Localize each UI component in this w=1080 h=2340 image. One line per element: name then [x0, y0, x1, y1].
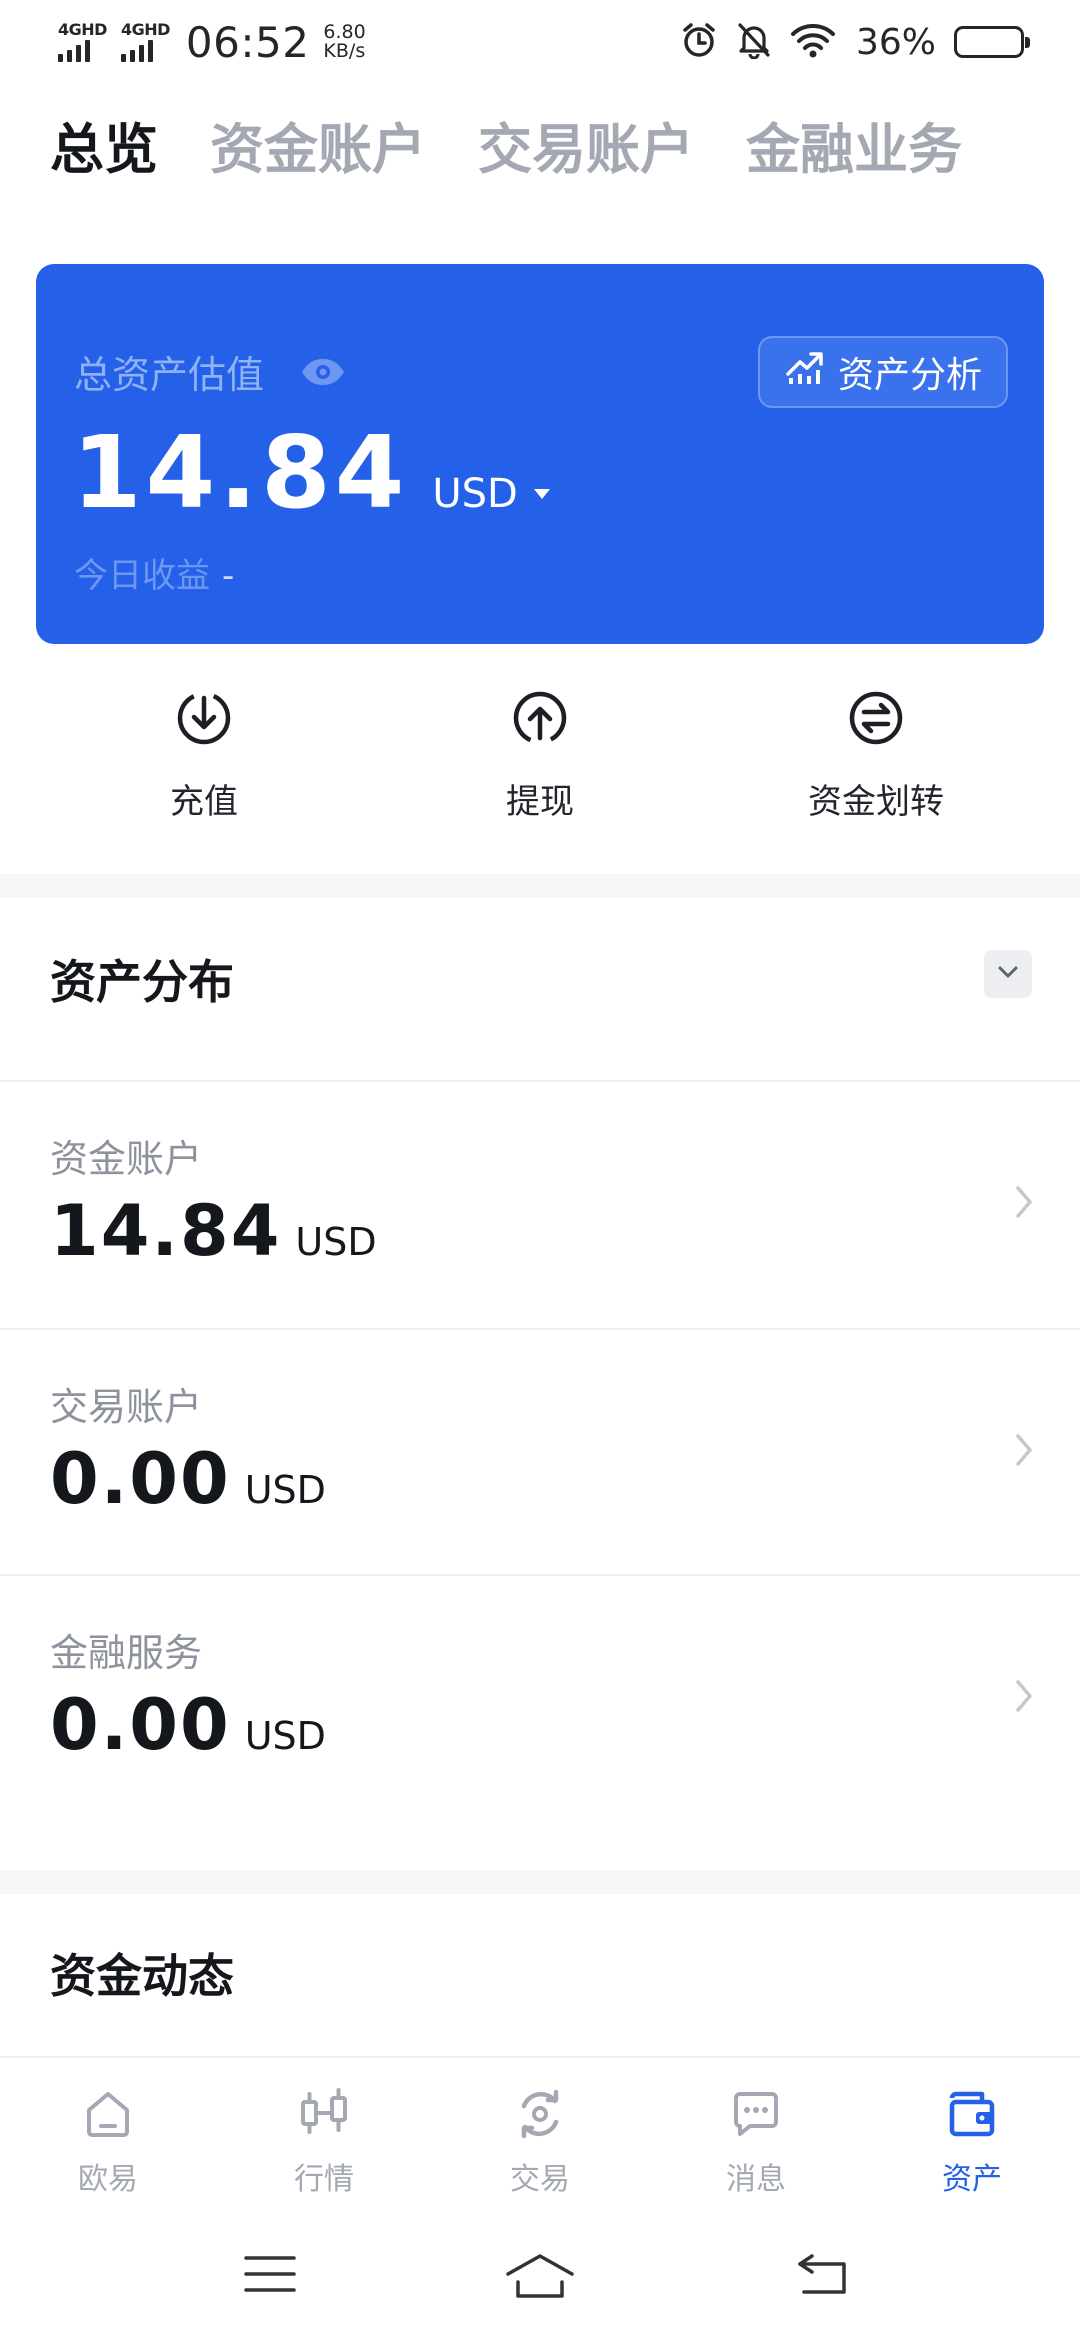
system-nav-bar	[0, 2212, 1080, 2340]
account-value: 0.00 USD	[50, 1438, 326, 1520]
account-currency: USD	[244, 1468, 326, 1512]
total-asset-label-row: 总资产估值	[74, 344, 346, 399]
nav-trade[interactable]: 交易	[432, 2058, 648, 2212]
tab-funding-account[interactable]: 资金账户	[210, 110, 426, 190]
deposit-icon	[176, 690, 232, 750]
nav-label: 资产	[942, 2162, 1002, 2197]
today-pnl-value: -	[222, 556, 235, 596]
account-amount: 0.00	[50, 1684, 231, 1766]
nav-label: 欧易	[78, 2162, 138, 2197]
status-bar: 4GHD 4GHD 06:52 6.80 KB/s 36%	[0, 0, 1080, 84]
alarm-icon	[680, 21, 718, 63]
total-asset-amount: 14.84	[72, 414, 409, 531]
nav-label: 消息	[726, 2162, 786, 2197]
today-pnl-label: 今日收益	[74, 556, 210, 596]
account-currency: USD	[244, 1714, 326, 1758]
withdraw-button[interactable]: 提现	[372, 690, 708, 823]
system-home-icon[interactable]	[504, 2252, 576, 2304]
transfer-label: 资金划转	[808, 782, 944, 822]
withdraw-icon	[512, 690, 568, 750]
back-icon[interactable]	[796, 2252, 852, 2300]
deposit-label: 充值	[170, 782, 238, 822]
asset-analysis-label: 资产分析	[837, 355, 982, 396]
account-value: 14.84 USD	[50, 1190, 377, 1272]
total-asset-label: 总资产估值	[74, 353, 265, 397]
cell-signal-1: 4GHD	[58, 22, 107, 62]
total-asset-card: 总资产估值 14.84 USD 今日收益 - 资产分析	[36, 264, 1044, 644]
wallet-icon	[944, 2086, 1000, 2146]
asset-analysis-button[interactable]: 资产分析	[758, 336, 1008, 408]
signal-label: 4GHD	[58, 20, 107, 39]
message-icon	[728, 2086, 784, 2146]
home-icon	[80, 2086, 136, 2146]
account-currency: USD	[295, 1220, 377, 1264]
tab-trading-account[interactable]: 交易账户	[478, 110, 694, 190]
fund-activity-title: 资金动态	[50, 1949, 234, 2003]
asset-distribution-title: 资产分布	[50, 955, 234, 1009]
account-value: 0.00 USD	[50, 1684, 326, 1766]
transfer-icon	[848, 690, 904, 750]
section-divider	[0, 874, 1080, 898]
account-name: 交易账户	[50, 1385, 203, 1429]
caret-down-icon[interactable]	[532, 487, 552, 501]
quick-actions: 充值 提现 资金划转	[0, 690, 1080, 823]
chevron-right-icon	[1012, 1182, 1036, 1226]
funding-account-row[interactable]: 资金账户 14.84 USD	[0, 1082, 1080, 1328]
section-divider	[0, 1870, 1080, 1894]
account-name: 金融服务	[50, 1631, 203, 1675]
clock: 06:52	[185, 17, 310, 67]
nav-messages[interactable]: 消息	[648, 2058, 864, 2212]
trading-account-row[interactable]: 交易账户 0.00 USD	[0, 1330, 1080, 1576]
transfer-button[interactable]: 资金划转	[708, 690, 1044, 823]
signal-bars-icon	[58, 40, 90, 62]
mute-icon	[736, 21, 772, 63]
today-pnl: 今日收益 -	[74, 548, 234, 597]
tab-financial-business[interactable]: 金融业务	[746, 110, 962, 190]
account-amount: 14.84	[50, 1190, 282, 1272]
wifi-icon	[790, 22, 836, 62]
menu-icon[interactable]	[244, 2252, 296, 2300]
cell-signal-2: 4GHD	[120, 20, 170, 62]
candlestick-icon	[296, 2086, 352, 2146]
account-amount: 0.00	[50, 1438, 231, 1520]
battery-icon	[954, 26, 1030, 58]
bottom-nav: 欧易 行情 交易 消息 资产	[0, 2056, 1080, 2212]
signal-label: 4GHD	[120, 20, 170, 39]
total-asset-amount-row: 14.84 USD	[72, 414, 552, 531]
nav-assets[interactable]: 资产	[864, 2058, 1080, 2212]
chevron-right-icon	[1012, 1430, 1036, 1474]
eye-icon[interactable]	[300, 357, 346, 387]
top-tabs: 总览 资金账户 交易账户 金融业务	[50, 110, 962, 190]
nav-market[interactable]: 行情	[216, 2058, 432, 2212]
net-speed-unit: KB/s	[323, 40, 366, 62]
chevron-right-icon	[1012, 1676, 1036, 1720]
collapse-button[interactable]	[984, 950, 1032, 998]
trade-icon	[512, 2086, 568, 2146]
chevron-down-icon	[996, 964, 1020, 984]
trend-chart-icon	[784, 350, 824, 395]
currency-selector[interactable]: USD	[432, 471, 517, 517]
battery-percent: 36%	[855, 21, 936, 63]
network-speed: 6.80 KB/s	[323, 23, 365, 61]
withdraw-label: 提现	[506, 782, 574, 822]
deposit-button[interactable]: 充值	[36, 690, 372, 823]
nav-label: 行情	[294, 2162, 354, 2197]
signal-bars-icon	[120, 40, 153, 62]
account-name: 资金账户	[50, 1137, 203, 1181]
tab-overview[interactable]: 总览	[50, 110, 158, 190]
financial-services-row[interactable]: 金融服务 0.00 USD	[0, 1576, 1080, 1822]
nav-label: 交易	[510, 2162, 570, 2197]
nav-home[interactable]: 欧易	[0, 2058, 216, 2212]
